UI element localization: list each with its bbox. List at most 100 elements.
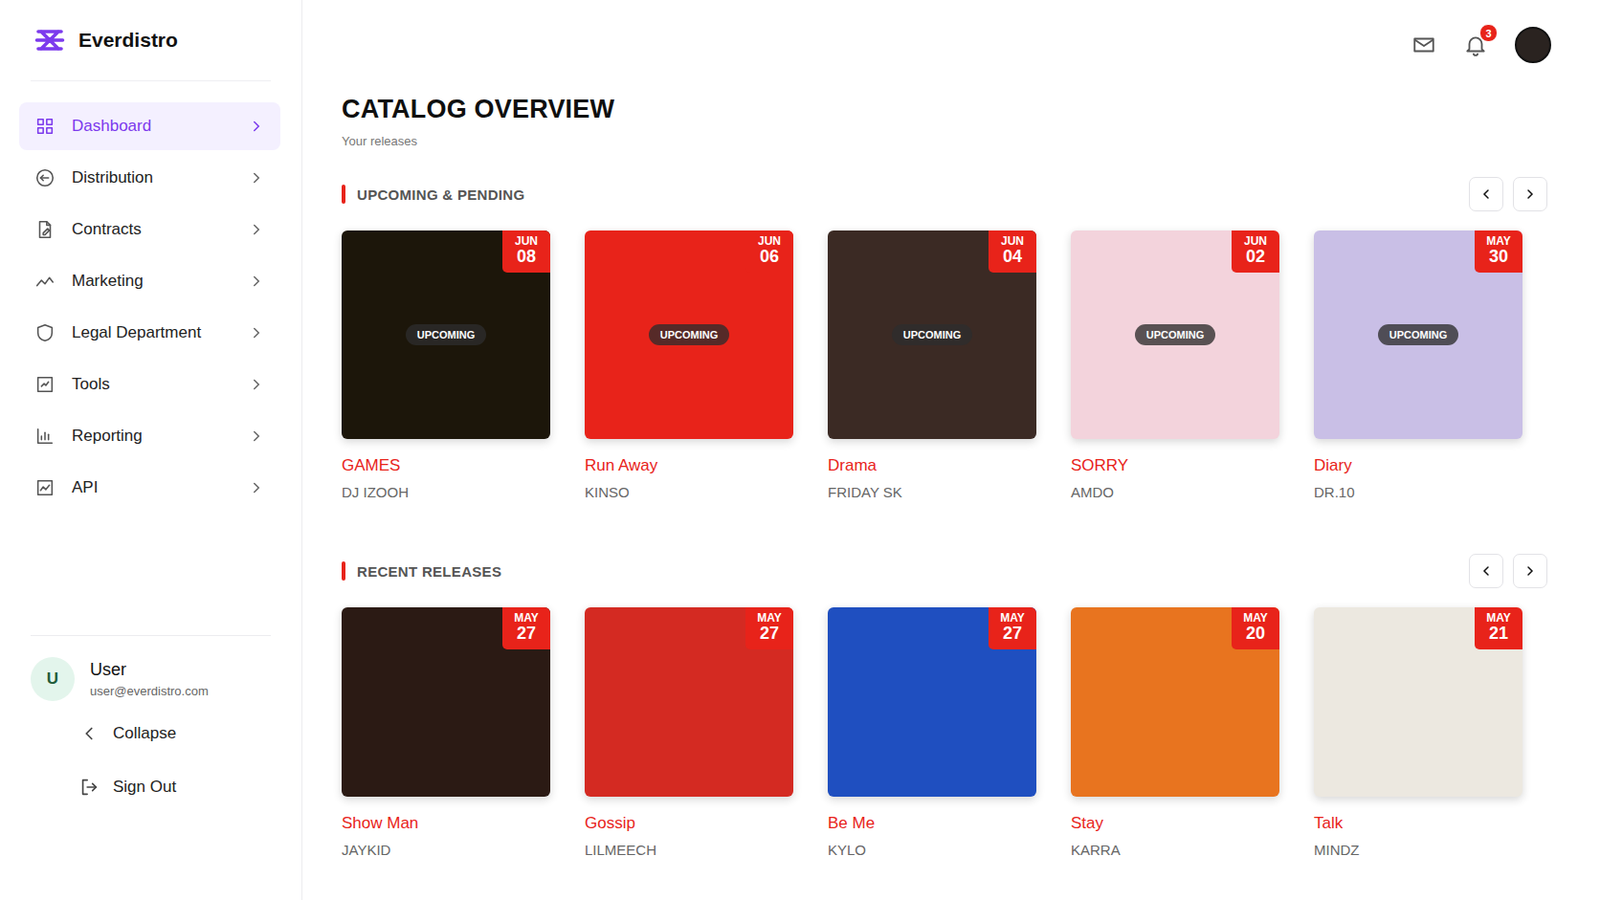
release-card[interactable]: MAY30UPCOMINGDiaryDR.10 [1313, 230, 1523, 501]
chevron-right-icon [247, 117, 266, 135]
chevron-right-icon [247, 272, 266, 290]
status-pill: UPCOMING [1134, 324, 1217, 346]
next-button[interactable] [1512, 554, 1548, 589]
sidebar-item[interactable]: Distribution [19, 154, 281, 202]
user-info: Useruser@everdistro.com [89, 660, 209, 699]
release-card[interactable]: MAY21TalkMINDZ [1313, 607, 1523, 859]
release-card[interactable]: JUN06UPCOMINGRun AwayKINSO [584, 230, 794, 501]
release-title: Be Me [827, 814, 1037, 834]
date-badge: JUN06 [745, 230, 794, 273]
release-artist: LILMEECH [584, 842, 794, 859]
date-month: JUN [514, 235, 538, 248]
sidebar-item[interactable]: Contracts [19, 205, 281, 254]
notifications[interactable]: 3 [1463, 32, 1489, 58]
sidebar-item[interactable]: Tools [19, 360, 281, 409]
release-artist: JAYKID [341, 842, 551, 859]
cover-art: JUN08 UPCOMING [341, 230, 551, 440]
release-artist: KINSO [584, 484, 794, 501]
action-label: Sign Out [112, 777, 177, 798]
sidebar-item-label: Distribution [71, 168, 248, 188]
release-artist: AMDO [1070, 484, 1280, 501]
section-title: RECENT RELEASES [356, 563, 1469, 580]
release-card[interactable]: MAY27 Show Man JAYKID [341, 607, 551, 859]
sidebar: Everdistro Dashboard Distribution Contracts… [0, 0, 303, 900]
sidebar-item-label: Legal Department [71, 323, 248, 343]
collapse-button[interactable]: Collapse [30, 712, 271, 756]
chevron-right-icon [247, 221, 266, 239]
date-badge: MAY27 [745, 607, 794, 650]
prev-button[interactable] [1468, 554, 1504, 589]
chevron-right-icon [247, 324, 266, 342]
date-badge: MAY27 [502, 607, 551, 650]
release-title: Diary [1313, 456, 1523, 476]
shield-icon [34, 322, 56, 344]
distribution-icon [34, 167, 56, 189]
section-marker [341, 561, 346, 581]
sidebar-item-label: API [71, 478, 248, 498]
sidebar-item-label: Marketing [71, 271, 248, 291]
page-subtitle: Your releases [341, 133, 1552, 149]
section-header: UPCOMING & PENDING [341, 177, 1548, 212]
cover-art: MAY30UPCOMING [1313, 230, 1523, 440]
action-label: Collapse [112, 724, 177, 744]
user-email: user@everdistro.com [89, 684, 209, 699]
date-month: JUN [1000, 235, 1024, 248]
date-badge: MAY20 [1231, 607, 1280, 650]
release-title: Show Man [341, 814, 551, 834]
chevron-left-icon [1478, 563, 1494, 579]
release-card[interactable]: JUN04UPCOMINGDramaFRIDAY SK [827, 230, 1037, 501]
tools-icon [34, 374, 56, 396]
date-day: 21 [1488, 624, 1509, 645]
cover-art: MAY27 [341, 607, 551, 798]
sidebar-item-label: Reporting [71, 426, 248, 446]
main-content: 3CATALOG OVERVIEWYour releasesUPCOMING &… [302, 0, 1600, 900]
date-day: 04 [1002, 247, 1023, 267]
sidebar-item-label: Dashboard [71, 116, 248, 136]
notification-badge: 3 [1479, 23, 1498, 43]
chevron-right-icon [247, 169, 266, 187]
mail-icon[interactable] [1411, 32, 1437, 58]
date-month: MAY [513, 612, 539, 625]
chevron-right-icon [247, 479, 266, 497]
sidebar-item[interactable]: Legal Department [19, 309, 281, 357]
release-section: UPCOMING & PENDINGJUN08UPCOMINGGAMESDJ I… [341, 177, 1552, 501]
sidebar-item[interactable]: Reporting [19, 412, 281, 461]
status-pill: UPCOMING [648, 324, 731, 346]
user-profile[interactable]: U Useruser@everdistro.com [30, 657, 271, 702]
release-title: Gossip [584, 814, 794, 834]
chevron-left-icon [1478, 186, 1494, 202]
sidebar-item[interactable]: API [19, 464, 281, 512]
api-icon [34, 477, 56, 499]
status-pill: UPCOMING [405, 324, 488, 346]
release-card[interactable]: MAY27 Gossip LILMEECH [584, 607, 794, 859]
release-title: Drama [827, 456, 1037, 476]
user-avatar: U [30, 657, 75, 702]
prev-button[interactable] [1468, 177, 1504, 212]
release-card[interactable]: MAY27Be MeKYLO [827, 607, 1037, 859]
bar-chart-icon [34, 425, 56, 447]
release-title: SORRY [1070, 456, 1280, 476]
chevron-left-icon [78, 723, 100, 745]
date-day: 02 [1245, 247, 1266, 267]
carousel-controls [1468, 554, 1548, 589]
date-badge: JUN08 [502, 230, 551, 273]
sidebar-item[interactable]: Marketing [19, 257, 281, 306]
section-header: RECENT RELEASES [341, 554, 1548, 589]
date-day: 30 [1488, 247, 1509, 267]
release-card[interactable]: JUN08UPCOMINGGAMESDJ IZOOH [341, 230, 551, 501]
cover-art: JUN02UPCOMING [1070, 230, 1280, 440]
cover-art: MAY21 [1313, 607, 1523, 798]
date-month: MAY [756, 612, 782, 625]
sidebar-item-label: Contracts [71, 220, 248, 240]
signout-button[interactable]: Sign Out [30, 766, 271, 809]
sidebar-item[interactable]: Dashboard [19, 102, 281, 151]
brand[interactable]: Everdistro [30, 0, 271, 82]
section-marker [341, 184, 346, 204]
release-card[interactable]: JUN02UPCOMINGSORRYAMDO [1070, 230, 1280, 501]
release-card[interactable]: MAY20StayKARRA [1070, 607, 1280, 859]
profile-avatar[interactable] [1514, 26, 1552, 64]
date-day: 27 [759, 624, 779, 645]
date-day: 08 [516, 247, 536, 267]
release-title: GAMES [341, 456, 551, 476]
next-button[interactable] [1512, 177, 1548, 212]
